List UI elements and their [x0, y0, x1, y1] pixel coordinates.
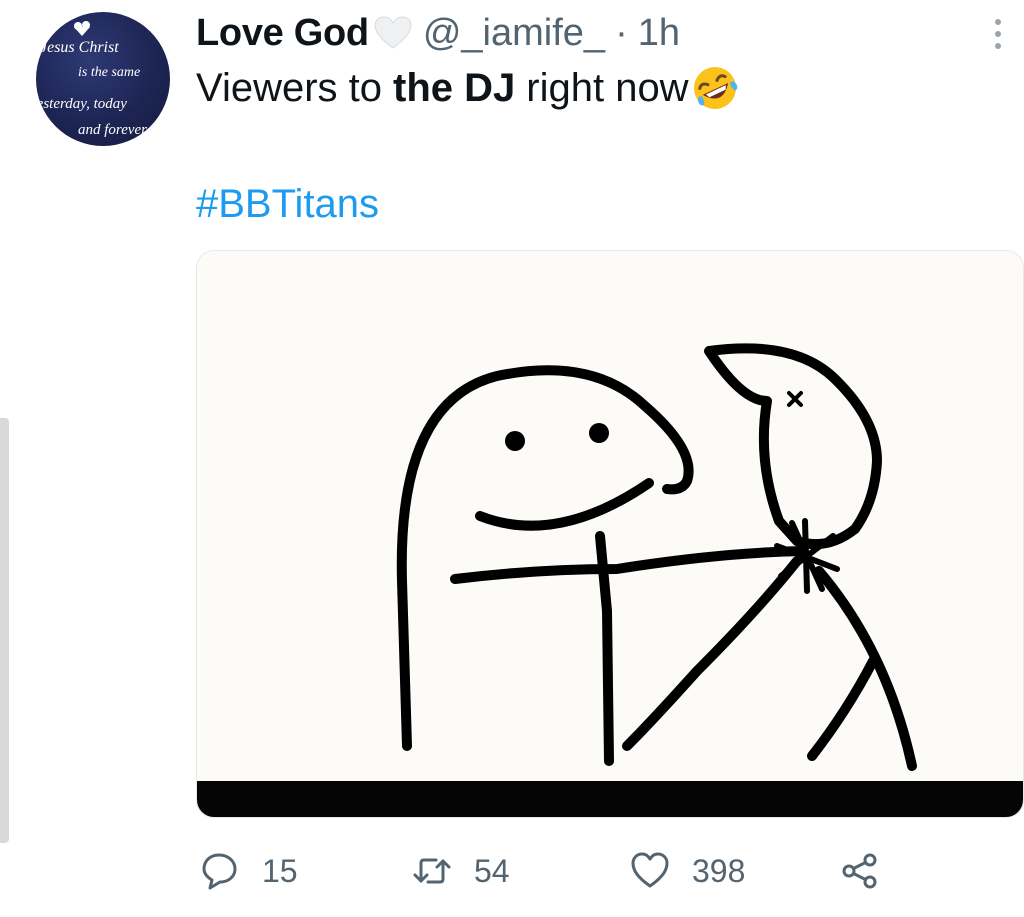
tweet-media-image[interactable] [196, 250, 1024, 818]
avatar-text-line-1: Jesus Christ [40, 39, 119, 56]
tweet-text-after: right now [526, 65, 689, 110]
avatar-text-line-2: is the same [78, 65, 140, 80]
side-edge [0, 418, 9, 843]
left-eye [505, 431, 525, 451]
tweet-text: Viewers to the DJ right now [196, 64, 739, 112]
separator-dot: · [615, 11, 628, 54]
tweet-text-bold: the DJ [393, 65, 516, 110]
share-button[interactable] [840, 842, 880, 900]
reply-icon [202, 853, 237, 890]
avatar[interactable]: Jesus Christ is the same yesterday, toda… [36, 12, 170, 146]
tweet-text-before: Viewers to [196, 65, 383, 110]
more-vertical-icon[interactable] [984, 12, 1012, 56]
tweet-time[interactable]: 1h [638, 12, 680, 55]
display-name[interactable]: Love God [196, 12, 369, 55]
retweet-count: 54 [474, 852, 510, 889]
avatar-text-line-3: yesterday, today [36, 96, 127, 112]
like-icon [631, 852, 669, 888]
rolling-laughing-emoji-icon [691, 64, 739, 112]
user-handle[interactable]: @_iamife_ [423, 12, 605, 55]
avatar-text-line-4: and forever [78, 122, 147, 138]
reply-button[interactable]: 15 [200, 842, 298, 900]
reply-count: 15 [262, 852, 298, 889]
share-icon [842, 853, 877, 889]
retweet-icon [413, 858, 451, 884]
tweet-header: Love God @_iamife_ · 1h [196, 10, 680, 56]
right-eye [589, 423, 609, 443]
tweet-actions: 15 54 398 [196, 842, 916, 900]
like-count: 398 [692, 852, 746, 889]
white-heart-icon [373, 15, 413, 51]
retweet-button[interactable]: 54 [412, 842, 510, 900]
media-bottom-bar [197, 781, 1023, 817]
like-button[interactable]: 398 [630, 842, 745, 900]
hashtag-link[interactable]: #BBTitans [196, 182, 379, 227]
